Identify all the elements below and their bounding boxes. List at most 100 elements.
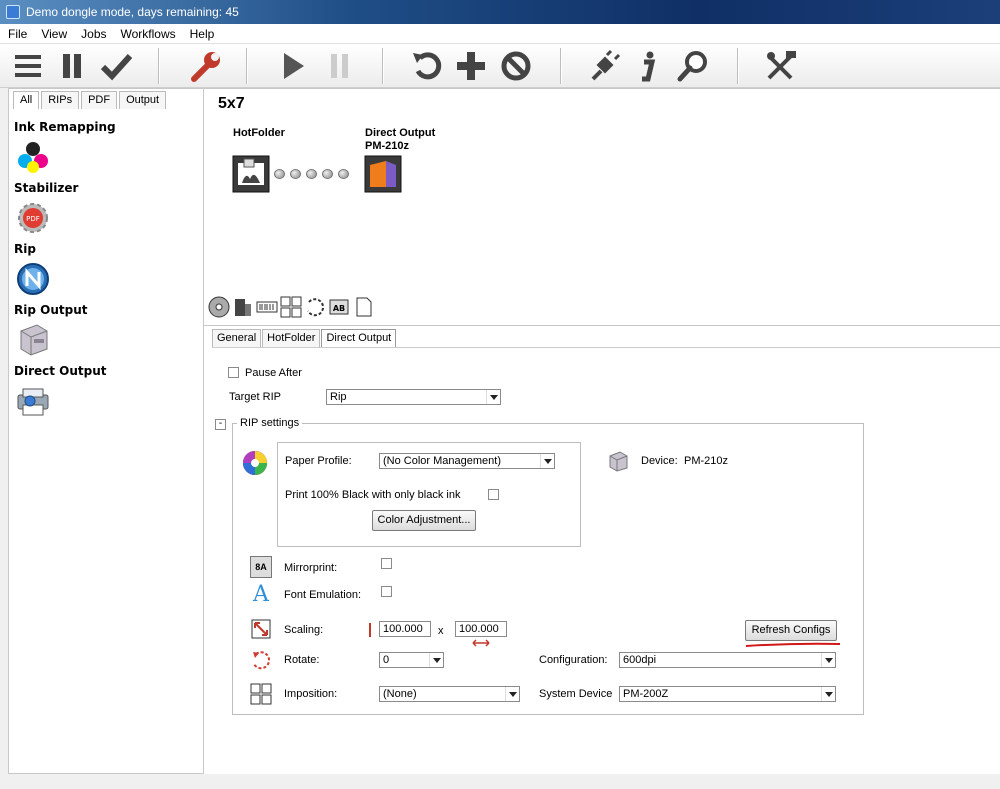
scaling-y-input[interactable]: 100.000	[455, 621, 507, 637]
device-value: PM-210z	[684, 455, 729, 467]
paper-profile-select[interactable]: (No Color Management)	[379, 453, 555, 469]
pages-grid-icon[interactable]	[280, 296, 302, 318]
undo-icon[interactable]	[409, 48, 445, 84]
node-direct-output-sublabel: PM-210z	[365, 140, 410, 152]
menu-help[interactable]: Help	[184, 27, 221, 41]
scaling-label: Scaling:	[284, 624, 324, 636]
system-device-value: PM-200Z	[623, 688, 669, 700]
tab-direct-output[interactable]: Direct Output	[321, 329, 397, 347]
menu-workflows[interactable]: Workflows	[115, 27, 182, 41]
black-only-checkbox[interactable]	[488, 489, 499, 500]
paper-profile-value: (No Color Management)	[383, 455, 501, 467]
menu-icon[interactable]	[10, 48, 46, 84]
palette-item-direct-output[interactable]: Direct Output	[14, 364, 107, 378]
disc-icon[interactable]	[208, 296, 230, 318]
palette-item-rip[interactable]: Rip	[14, 242, 36, 256]
window-title: Demo dongle mode, days remaining: 45	[26, 5, 239, 19]
target-rip-select[interactable]: Rip	[326, 389, 501, 405]
palette-item-rip-output[interactable]: Rip Output	[14, 303, 87, 317]
rotate-label: Rotate:	[284, 654, 320, 666]
direct-output-node-icon[interactable]	[364, 155, 402, 193]
ab-text-icon[interactable]: AB	[328, 296, 350, 318]
tab-all[interactable]: All	[13, 91, 40, 109]
barcode-icon[interactable]	[256, 296, 278, 318]
palette-item-ink-remapping[interactable]: Ink Remapping	[14, 120, 116, 134]
app-icon	[6, 5, 20, 19]
node-hotfolder-label: HotFolder	[233, 127, 285, 139]
magnifier-icon[interactable]	[675, 48, 711, 84]
target-rip-value: Rip	[330, 391, 347, 403]
vertical-scale-indicator	[369, 623, 371, 637]
plus-icon[interactable]	[453, 48, 489, 84]
pause-disabled-icon[interactable]	[322, 48, 358, 84]
cancel-icon[interactable]	[498, 48, 534, 84]
toolbar-separator	[382, 48, 384, 84]
imposition-select[interactable]: (None)	[379, 686, 520, 702]
device-label: Device:	[641, 455, 678, 467]
pause-icon[interactable]	[54, 48, 90, 84]
checkmark-icon[interactable]	[98, 48, 134, 84]
pause-after-label: Pause After	[245, 367, 302, 379]
printer-box-icon[interactable]	[15, 321, 51, 357]
mirrorprint-icon: 8A	[250, 556, 272, 578]
connector-dots	[274, 169, 349, 179]
imposition-value: (None)	[383, 688, 417, 700]
hotfolder-node-icon[interactable]	[232, 155, 270, 193]
collapse-toggle[interactable]: -	[215, 419, 226, 430]
panel-tool-strip: AB	[208, 296, 374, 318]
scaling-x-input[interactable]: 100.000	[379, 621, 431, 637]
rotate-value: 0	[383, 654, 390, 666]
pdf-gear-icon[interactable]: PDF	[15, 200, 51, 236]
palette-tabs: All RIPs PDF Output	[13, 91, 168, 109]
menu-bar: File View Jobs Workflows Help	[0, 24, 1000, 44]
horizontal-scale-indicator	[472, 639, 490, 647]
tools-icon[interactable]	[763, 48, 799, 84]
color-adjustment-button[interactable]: Color Adjustment...	[372, 510, 476, 531]
scaling-separator: x	[438, 625, 444, 637]
font-emulation-label: Font Emulation:	[284, 589, 362, 601]
tab-pdf[interactable]: PDF	[81, 91, 118, 109]
configuration-label: Configuration:	[539, 654, 608, 666]
imposition-icon	[250, 683, 272, 705]
menu-jobs[interactable]: Jobs	[75, 27, 112, 41]
rip-icon[interactable]	[15, 261, 51, 297]
menu-view[interactable]: View	[35, 27, 73, 41]
font-emulation-checkbox[interactable]	[381, 586, 392, 597]
black-only-label: Print 100% Black with only black ink	[285, 489, 461, 501]
svg-text:PDF: PDF	[26, 215, 40, 223]
wrench-icon[interactable]	[188, 48, 224, 84]
printer-icon[interactable]	[15, 383, 51, 419]
node-palette: All RIPs PDF Output Ink Remapping Stabil…	[8, 88, 204, 774]
rotate-small-icon[interactable]	[304, 296, 326, 318]
tab-hotfolder[interactable]: HotFolder	[262, 329, 321, 347]
imposition-label: Imposition:	[284, 688, 338, 700]
page-icon[interactable]	[352, 296, 374, 318]
printer-small-icon[interactable]	[232, 296, 254, 318]
tab-rips[interactable]: RIPs	[41, 91, 80, 109]
red-underline-annotation	[745, 642, 841, 647]
mirrorprint-label: Mirrorprint:	[284, 562, 338, 574]
title-bar: Demo dongle mode, days remaining: 45	[0, 0, 1000, 24]
toolbar-separator	[246, 48, 248, 84]
mirrorprint-checkbox[interactable]	[381, 558, 392, 569]
plug-icon[interactable]	[586, 48, 622, 84]
tab-output[interactable]: Output	[119, 91, 167, 109]
palette-item-stabilizer[interactable]: Stabilizer	[14, 181, 78, 195]
info-icon[interactable]	[630, 48, 666, 84]
ink-drops-icon[interactable]	[15, 139, 51, 175]
property-tabs: General HotFolder Direct Output	[212, 329, 397, 347]
node-direct-output-label: Direct Output	[365, 127, 436, 139]
target-rip-label: Target RIP	[229, 391, 281, 403]
refresh-configs-button[interactable]: Refresh Configs	[745, 620, 837, 641]
configuration-select[interactable]: 600dpi	[619, 652, 836, 668]
menu-file[interactable]: File	[2, 27, 33, 41]
system-device-select[interactable]: PM-200Z	[619, 686, 836, 702]
pause-after-checkbox[interactable]	[228, 367, 239, 378]
toolbar-separator	[560, 48, 562, 84]
svg-text:AB: AB	[333, 304, 345, 313]
workflow-divider	[204, 325, 1000, 326]
tab-general[interactable]: General	[212, 329, 262, 347]
play-icon[interactable]	[275, 48, 311, 84]
rotate-select[interactable]: 0	[379, 652, 444, 668]
color-wheel-icon	[243, 451, 267, 475]
